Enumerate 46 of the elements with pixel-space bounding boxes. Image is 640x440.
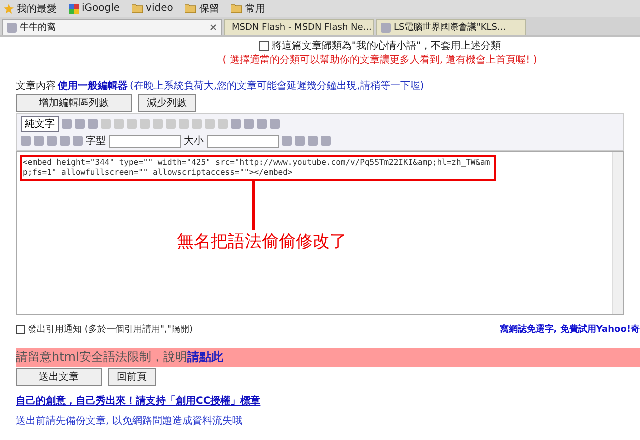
bookmark-item[interactable]: 保留 [185, 2, 220, 16]
notice-banner: 請留意html安全語法限制，說明請點此 [16, 348, 640, 367]
star-icon [4, 4, 14, 14]
folder-icon [185, 4, 196, 13]
editor-area[interactable]: <embed height="344" type="" width="425" src="http://www.youtube.com/v/Pq5STm22IKI&amp;hl=zh_TW&amp;fs=1" allowfullscreen="" allowscriptaccess=""></embed> 無名把語法偷偷修改了 [16, 151, 624, 315]
tab-title: LS電腦世界國際會議"KLS... [394, 22, 506, 34]
size-select[interactable] [207, 134, 279, 148]
font-select[interactable] [109, 134, 181, 148]
rows-button[interactable]: 減少列數 [138, 94, 196, 112]
folder-icon [231, 4, 242, 13]
page-icon [7, 22, 17, 32]
bookmark-item[interactable]: iGoogle [69, 3, 120, 14]
editor-link[interactable]: 使用一般編輯器 [58, 79, 128, 93]
grid-icon [69, 4, 79, 14]
yahoo-link[interactable]: 寫網誌免選字, 免費試用Yahoo!奇 [500, 323, 640, 336]
tab-title: 牛牛的窩 [20, 22, 56, 34]
editor-note: (在晚上系統負荷大,您的文章可能會延遲幾分鐘出現,請稍等一下喔) [130, 80, 424, 93]
size-label: 大小 [184, 134, 204, 148]
rows-button[interactable]: 增加編輯區列數 [16, 94, 132, 112]
font-label: 字型 [86, 134, 106, 148]
category-hint: ( 選擇適當的分類可以幫助你的文章讓更多人看到, 還有機會上首頁喔! ) [222, 54, 538, 67]
browser-tab[interactable]: MSDN Flash - MSDN Flash Ne... [224, 19, 374, 35]
bookmark-item[interactable]: 常用 [231, 2, 266, 16]
banner-link[interactable]: 請點此 [187, 350, 224, 364]
leader-line [252, 180, 255, 230]
expand-icon[interactable] [16, 325, 25, 334]
backup-note: 送出前請先備份文章, 以免網路問題造成資料流失哦 [16, 414, 244, 428]
browser-tab[interactable]: LS電腦世界國際會議"KLS... [376, 19, 526, 35]
bookmark-item[interactable]: 我的最愛 [4, 2, 57, 16]
bookmark-item[interactable]: video [132, 3, 174, 14]
browser-tab[interactable]: 牛牛的窩 [2, 19, 222, 35]
code-text: <embed height="344" type="" width="425" src="http://www.youtube.com/v/Pq5STm22IKI&amp;hl=zh_TW&amp;fs=1" allowfullscreen="" allowscriptaccess=""></embed> [20, 155, 496, 181]
submit-button[interactable]: 回前頁 [108, 368, 156, 386]
trackback-label: 發出引用通知 (多於一個引用請用","隔開) [28, 324, 194, 336]
page-icon [381, 22, 391, 32]
plain-text-button[interactable]: 純文字 [21, 116, 59, 132]
close-icon[interactable] [210, 24, 217, 31]
annotation-text: 無名把語法偷偷修改了 [177, 231, 347, 253]
scrollbar[interactable] [612, 152, 623, 314]
tab-title: MSDN Flash - MSDN Flash Ne... [232, 22, 372, 32]
folder-icon [132, 4, 144, 13]
checkbox[interactable] [258, 41, 269, 51]
content-label: 文章內容 [16, 80, 56, 93]
submit-button[interactable]: 送出文章 [16, 368, 102, 386]
cc-link[interactable]: 自己的創意，自己秀出來！請支持「創用CC授權」標章 [16, 394, 624, 408]
checkbox-label: 將這篇文章歸類為"我的心情小語"，不套用上述分類 [272, 40, 502, 53]
